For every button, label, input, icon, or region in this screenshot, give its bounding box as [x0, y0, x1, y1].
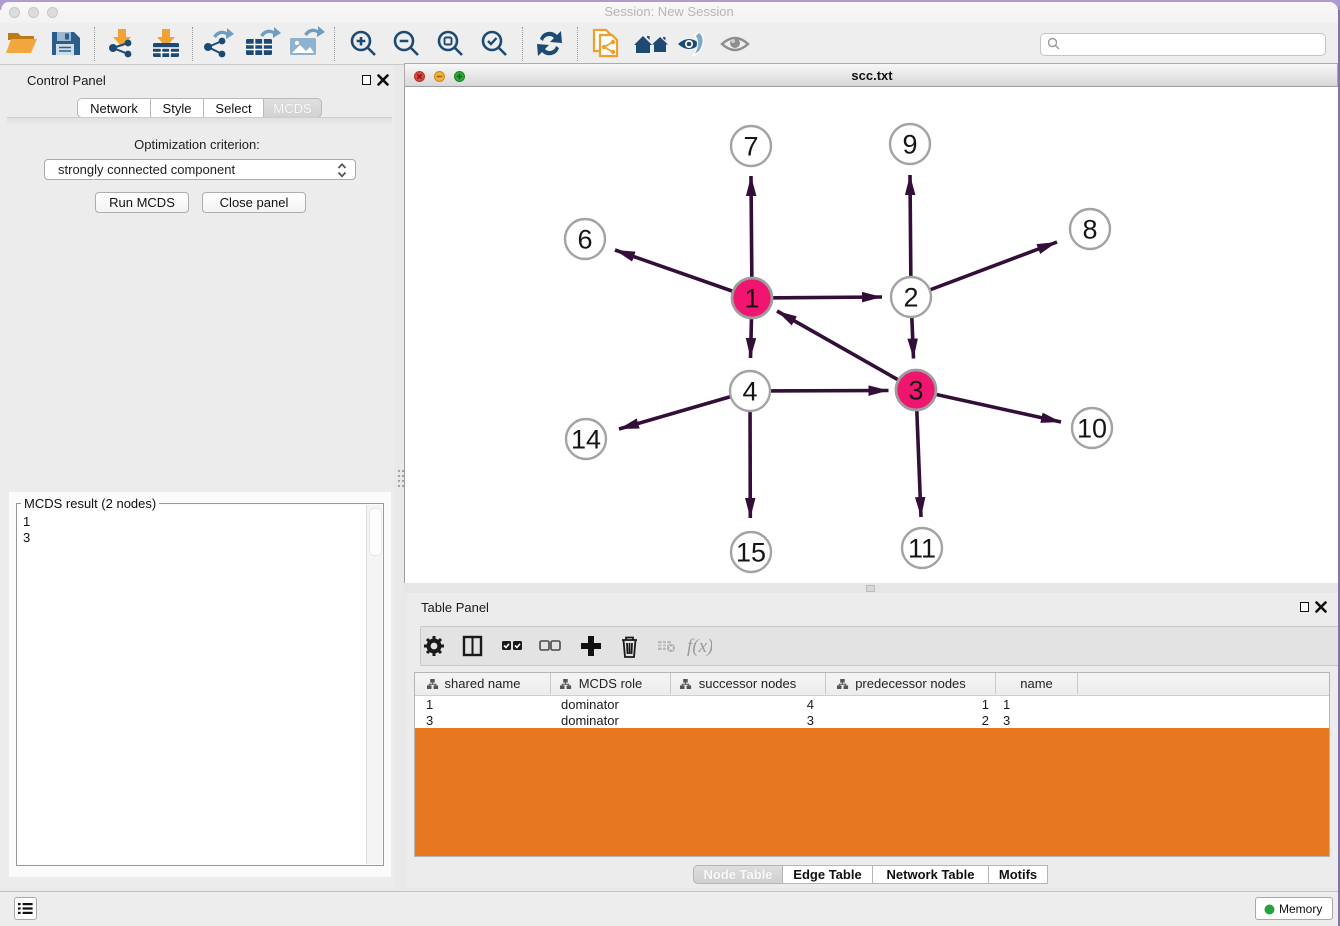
svg-text:15: 15 [736, 538, 766, 568]
svg-text:6: 6 [577, 225, 592, 255]
svg-text:10: 10 [1077, 414, 1107, 444]
svg-text:f(x): f(x) [687, 636, 712, 657]
svg-text:4: 4 [742, 377, 757, 407]
svg-text:1: 1 [744, 284, 759, 314]
svg-text:2: 2 [903, 283, 918, 313]
svg-text:9: 9 [902, 130, 917, 160]
svg-text:8: 8 [1082, 215, 1097, 245]
svg-text:14: 14 [571, 425, 601, 455]
svg-text:7: 7 [743, 132, 758, 162]
svg-text:3: 3 [908, 376, 923, 406]
svg-text:11: 11 [908, 534, 936, 564]
